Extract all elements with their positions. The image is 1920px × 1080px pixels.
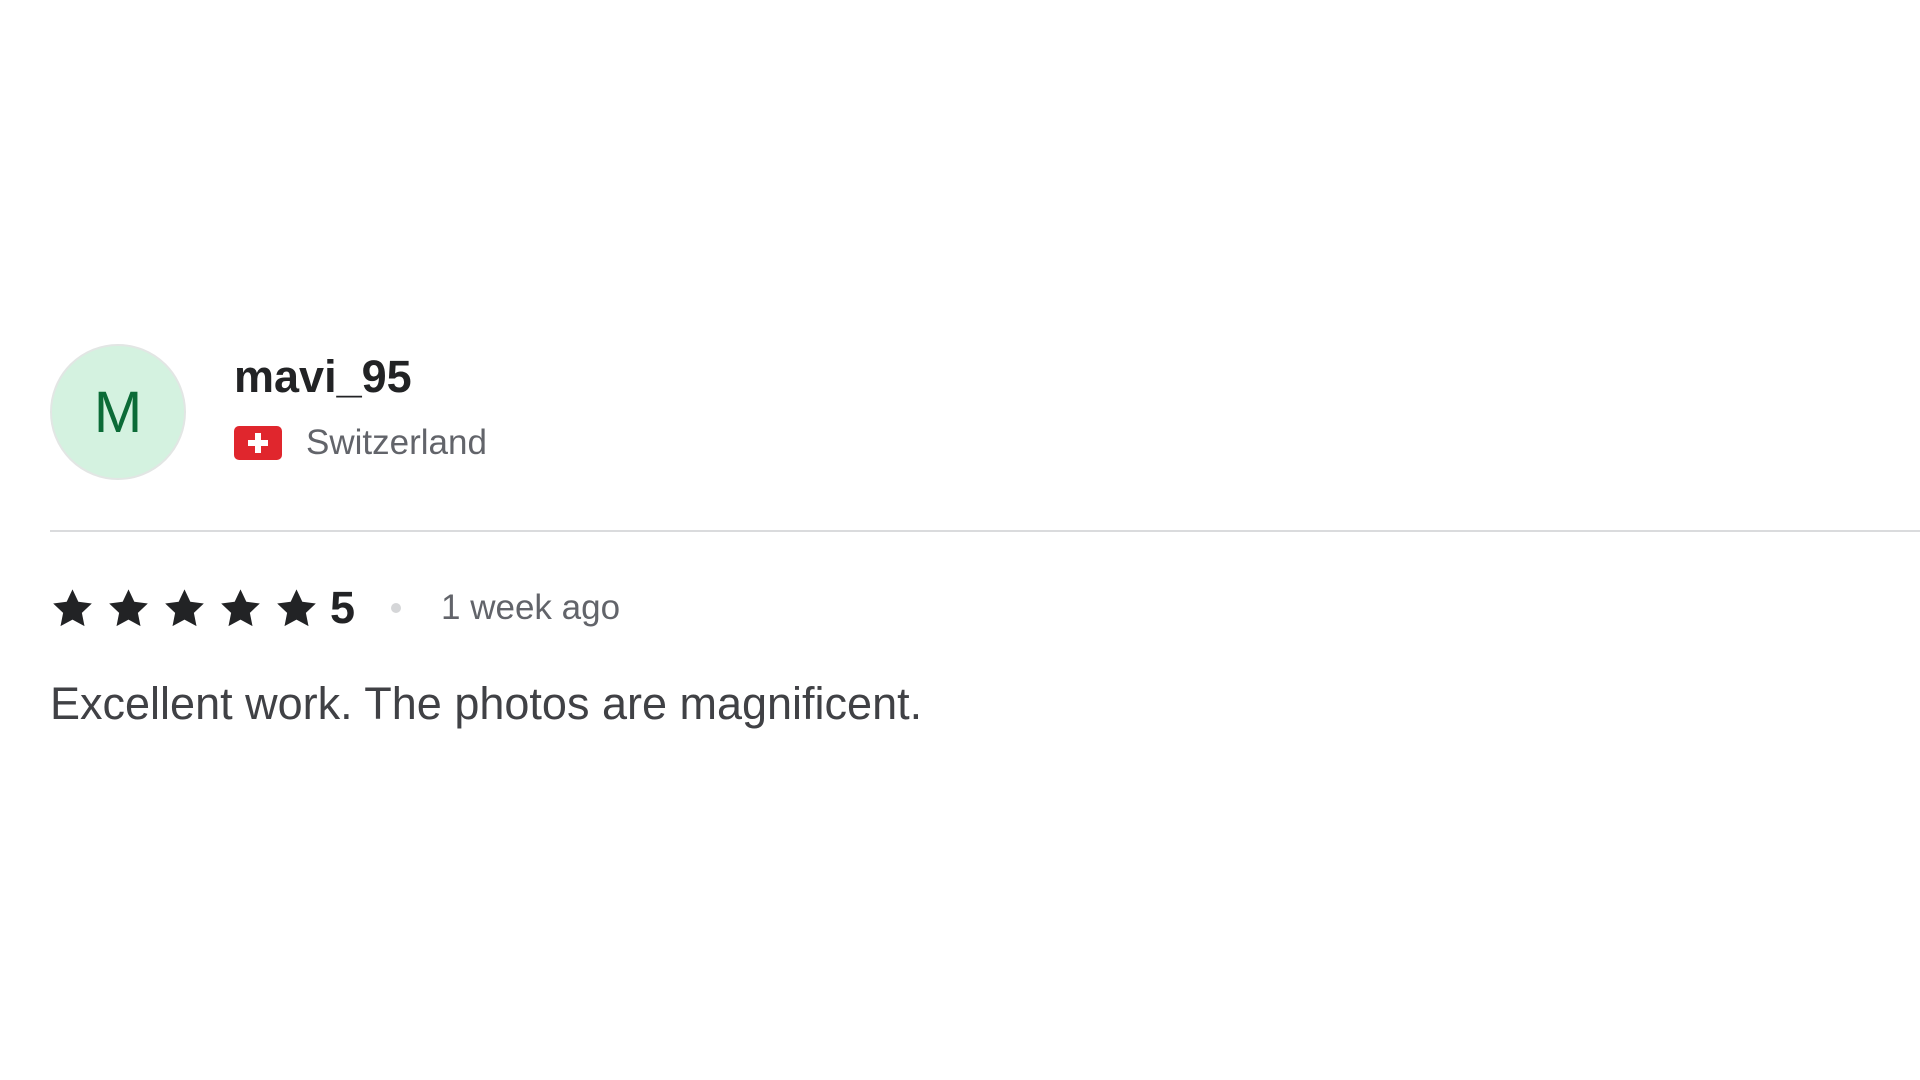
divider xyxy=(50,530,1920,532)
rating-row: 5 1 week ago xyxy=(50,578,1920,638)
rating-value: 5 xyxy=(330,582,356,633)
star-icon xyxy=(218,586,263,631)
switzerland-flag-icon xyxy=(234,426,282,460)
star-icon xyxy=(162,586,207,631)
reviewer-username[interactable]: mavi_95 xyxy=(234,349,487,405)
reviewer-header: M mavi_95 Switzerland xyxy=(50,342,1920,482)
separator-dot xyxy=(391,603,402,613)
reviewer-country-row: Switzerland xyxy=(234,423,487,463)
review-text: Excellent work. The photos are magnifice… xyxy=(50,678,923,729)
star-icon xyxy=(106,586,151,631)
reviewer-info: mavi_95 Switzerland xyxy=(234,351,487,463)
reviewer-country: Switzerland xyxy=(306,423,487,462)
star-icon xyxy=(274,586,319,631)
star-rating xyxy=(50,586,330,631)
star-icon xyxy=(50,586,95,631)
avatar[interactable]: M xyxy=(50,344,186,480)
review-card: M mavi_95 Switzerland 5 1 week ago Excel… xyxy=(50,342,1920,732)
review-time: 1 week ago xyxy=(441,588,621,627)
